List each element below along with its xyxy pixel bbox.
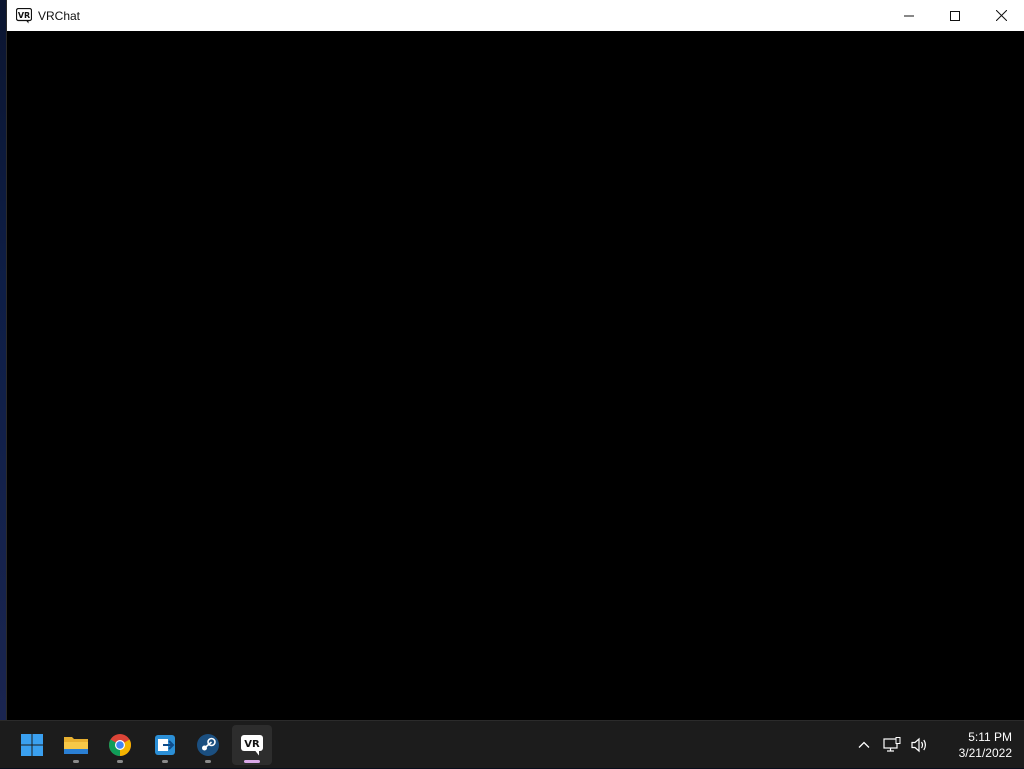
- vrchat-app-icon: VR: [16, 7, 32, 24]
- show-hidden-icons-button[interactable]: [852, 733, 876, 757]
- close-button[interactable]: [978, 0, 1024, 31]
- minimize-button[interactable]: [886, 0, 932, 31]
- maximize-icon: [950, 10, 960, 21]
- taskbar-steam[interactable]: [188, 725, 228, 765]
- chevron-up-icon: [858, 741, 870, 748]
- folder-icon: [64, 737, 88, 754]
- taskbar: VR 5:11 PM 3/21/2022: [0, 720, 1024, 768]
- network-button[interactable]: [880, 733, 904, 757]
- volume-button[interactable]: [908, 733, 932, 757]
- taskbar-chrome[interactable]: [100, 725, 140, 765]
- system-tray: 5:11 PM 3/21/2022: [850, 721, 1024, 769]
- start-button[interactable]: [12, 725, 52, 765]
- vrchat-icon: VR: [241, 735, 263, 756]
- taskbar-app[interactable]: [145, 725, 185, 765]
- running-indicator: [162, 760, 168, 763]
- game-viewport[interactable]: [7, 31, 1024, 720]
- windows-start-icon: [21, 734, 43, 756]
- taskbar-vrchat[interactable]: VR: [232, 725, 272, 765]
- steam-icon: [197, 734, 219, 756]
- running-indicator: [205, 760, 211, 763]
- running-indicator: [117, 760, 123, 763]
- clock[interactable]: 5:11 PM 3/21/2022: [946, 729, 1012, 761]
- active-indicator: [244, 760, 260, 763]
- window-title: VRChat: [38, 8, 81, 23]
- maximize-button[interactable]: [932, 0, 978, 31]
- svg-text:VR: VR: [18, 11, 30, 20]
- taskbar-file-explorer[interactable]: [56, 725, 96, 765]
- network-icon: [883, 737, 901, 752]
- window-controls: [886, 0, 1024, 31]
- clock-date: 3/21/2022: [958, 746, 1012, 760]
- svg-text:VR: VR: [244, 739, 260, 750]
- chrome-icon: [109, 734, 131, 756]
- vrchat-window: VR VRChat: [7, 0, 1024, 720]
- running-indicator: [73, 760, 79, 763]
- clock-time: 5:11 PM: [968, 730, 1012, 744]
- title-bar[interactable]: VR VRChat: [7, 0, 1024, 31]
- minimize-icon: [904, 15, 914, 16]
- close-icon: [995, 10, 1007, 21]
- app-arrow-icon: [155, 735, 175, 755]
- speaker-icon: [911, 737, 926, 753]
